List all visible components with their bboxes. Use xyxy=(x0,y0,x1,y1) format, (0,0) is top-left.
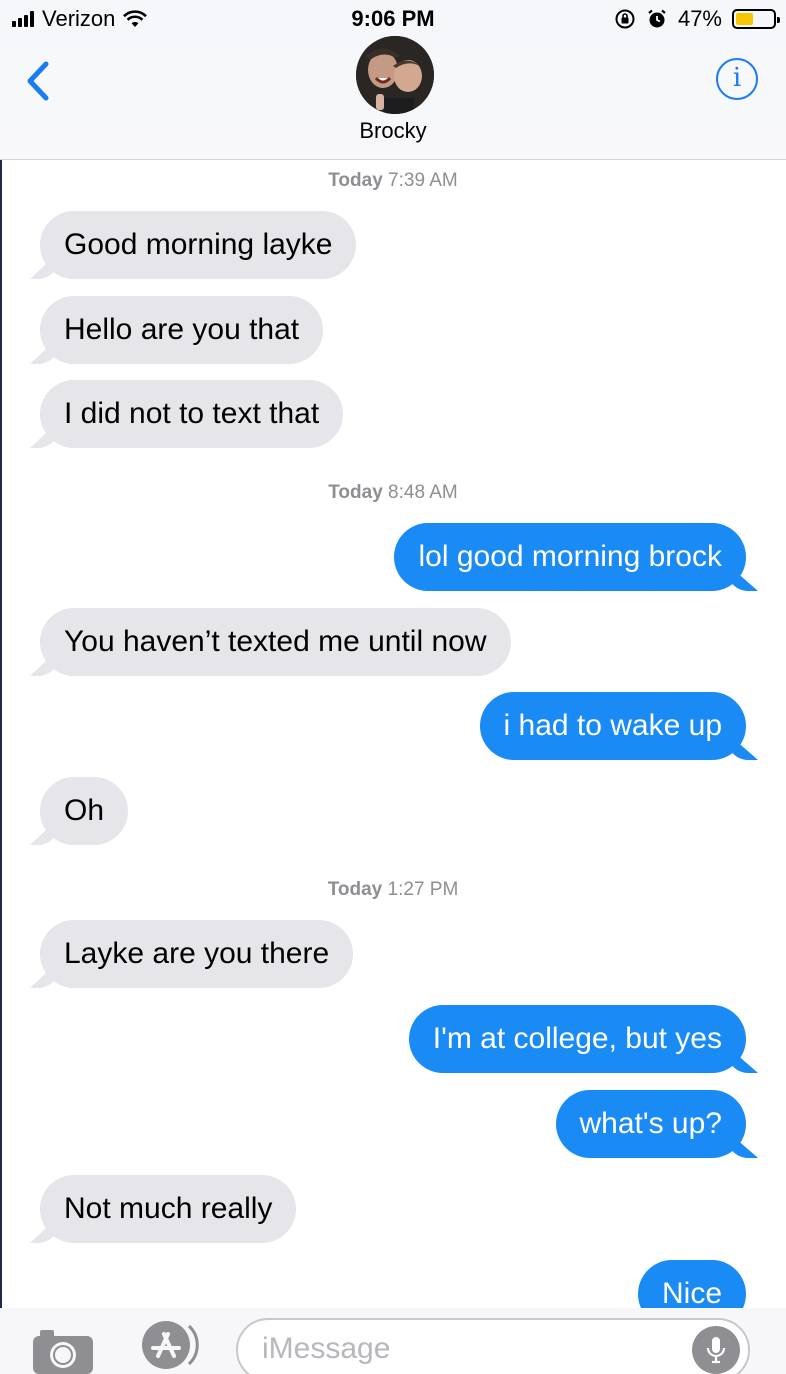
app-store-icon xyxy=(142,1321,199,1369)
info-button[interactable]: i xyxy=(716,58,758,100)
message-bubble-outgoing[interactable]: I'm at college, but yes xyxy=(408,1005,746,1073)
chevron-left-icon xyxy=(27,61,49,101)
message-bubble-incoming[interactable]: Oh xyxy=(40,777,129,845)
camera-icon xyxy=(33,1330,93,1374)
orientation-lock-icon xyxy=(615,9,635,29)
battery-icon xyxy=(732,9,780,29)
timestamp: Today 1:27 PM xyxy=(0,879,786,901)
message-bubble-incoming[interactable]: You haven’t texted me until now xyxy=(40,608,511,676)
timestamp: Today 7:39 AM xyxy=(0,170,786,192)
message-placeholder: iMessage xyxy=(262,1332,391,1365)
avatar-photo xyxy=(356,36,434,114)
contact-name[interactable]: Brocky xyxy=(0,118,786,144)
app-store-button[interactable] xyxy=(134,1318,204,1372)
timestamp-day: Today xyxy=(328,482,383,503)
contact-avatar[interactable] xyxy=(356,36,434,114)
message-bubble-outgoing[interactable]: i had to wake up xyxy=(479,692,746,760)
timestamp-time: 8:48 AM xyxy=(388,482,458,503)
message-bubble-incoming[interactable]: Hello are you that xyxy=(40,296,324,364)
status-bar: Verizon 9:06 PM 47% xyxy=(0,0,786,36)
message-input[interactable]: iMessage xyxy=(236,1318,750,1374)
timestamp-time: 7:39 AM xyxy=(388,170,458,191)
message-bubble-incoming[interactable]: Good morning layke xyxy=(40,211,357,279)
info-icon: i xyxy=(732,63,742,93)
camera-button[interactable] xyxy=(30,1324,96,1374)
microphone-button[interactable] xyxy=(692,1326,740,1374)
status-right: 47% xyxy=(614,6,780,32)
back-button[interactable] xyxy=(20,56,60,106)
message-bubble-incoming[interactable]: Layke are you there xyxy=(40,920,354,988)
message-bubble-incoming[interactable]: I did not to text that xyxy=(40,380,344,448)
timestamp-day: Today xyxy=(328,170,383,191)
messages-screen: Verizon 9:06 PM 47% Brocky i Today 7:39 … xyxy=(0,0,786,1374)
timestamp-day: Today xyxy=(327,879,383,900)
battery-fill xyxy=(736,13,753,25)
alarm-icon xyxy=(648,9,666,28)
microphone-icon xyxy=(706,1337,726,1364)
timestamp: Today 8:48 AM xyxy=(0,482,786,504)
battery-percent: 47% xyxy=(677,6,722,31)
timestamp-time: 1:27 PM xyxy=(387,879,459,900)
window-edge xyxy=(0,160,2,1374)
message-bubble-outgoing[interactable]: what's up? xyxy=(555,1090,746,1158)
conversation-header: Verizon 9:06 PM 47% Brocky i xyxy=(0,0,786,160)
message-bubble-incoming[interactable]: Not much really xyxy=(40,1175,297,1243)
message-bubble-outgoing[interactable]: lol good morning brock xyxy=(394,523,746,591)
input-bar: iMessage xyxy=(0,1308,786,1374)
